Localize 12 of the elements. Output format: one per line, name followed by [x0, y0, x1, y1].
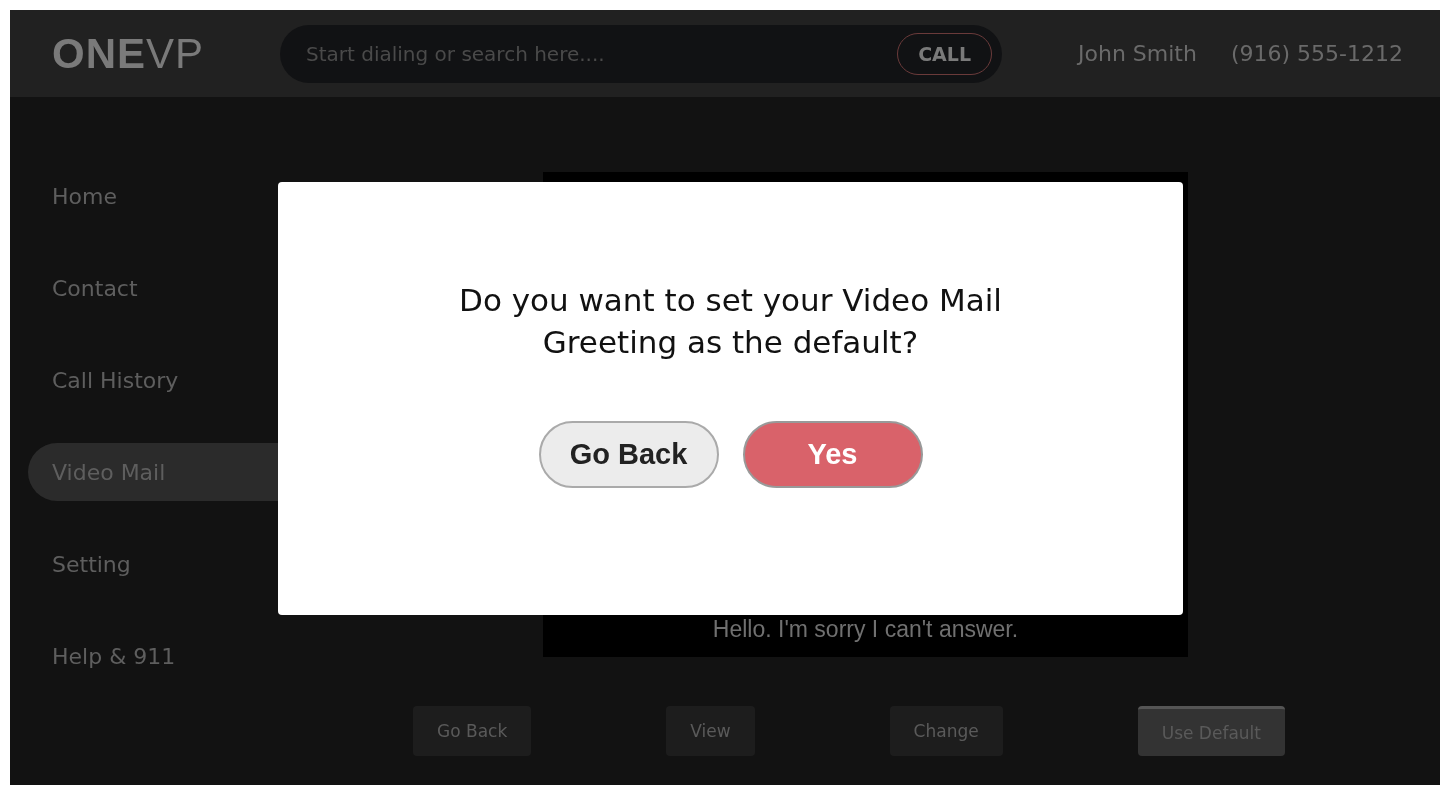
dialog-message: Do you want to set your Video Mail Greeting as the default?: [458, 281, 1003, 362]
cancel-button[interactable]: Go Back: [538, 421, 719, 488]
action-button[interactable]: View: [666, 706, 755, 756]
confirm-button[interactable]: Yes: [742, 421, 923, 488]
action-button[interactable]: Change: [889, 706, 1003, 756]
video-caption: Hello. I'm sorry I can't answer.: [712, 616, 1019, 643]
sidebar-item[interactable]: Help & 911: [28, 627, 290, 685]
logo: ONEVP: [52, 29, 206, 78]
phone-number: (916) 555-1212: [1230, 41, 1403, 66]
user-name: John Smith: [1078, 41, 1197, 66]
action-button[interactable]: Go Back: [413, 706, 532, 756]
search-field[interactable]: Start dialing or search here.... CALL: [280, 24, 1002, 83]
